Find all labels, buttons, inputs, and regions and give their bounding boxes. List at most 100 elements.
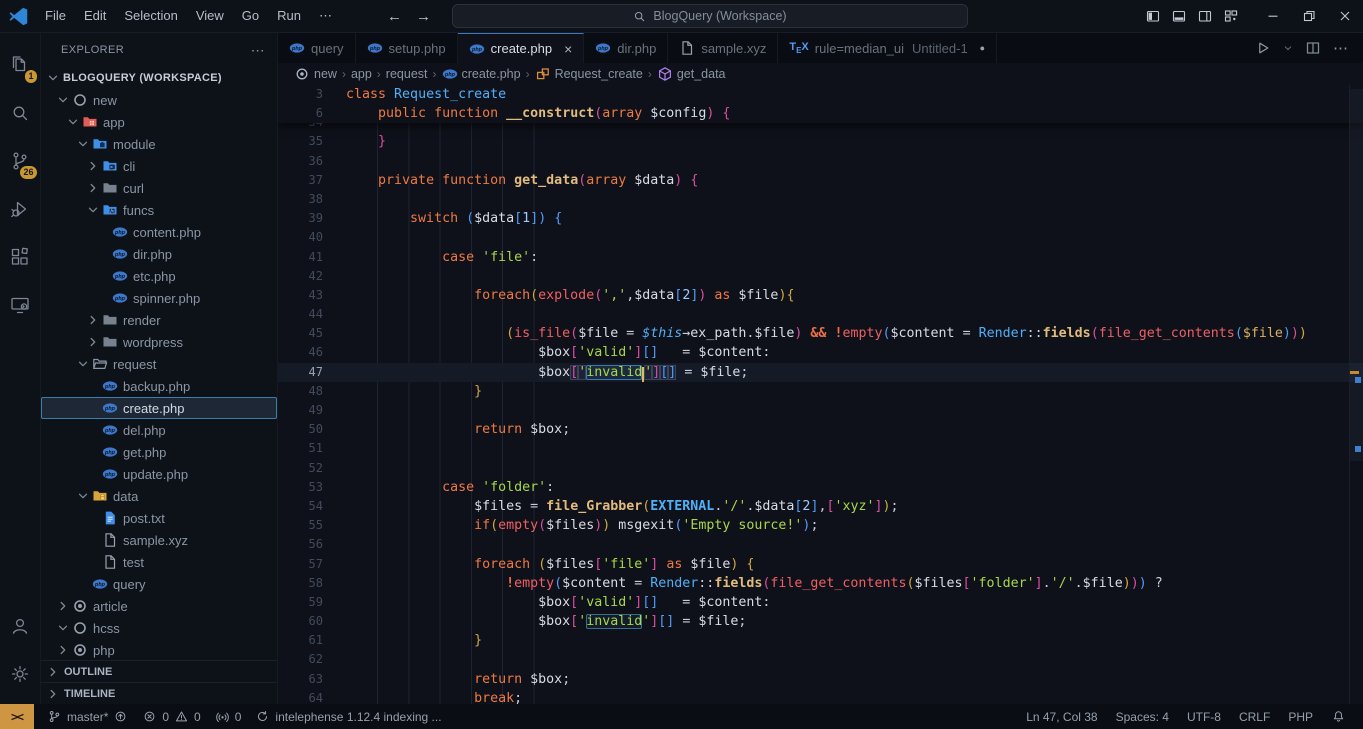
menu-selection[interactable]: Selection bbox=[115, 5, 186, 27]
close-icon[interactable]: × bbox=[564, 41, 572, 57]
tree-item-update-php[interactable]: phpupdate.php bbox=[41, 463, 277, 485]
menu-file[interactable]: File bbox=[36, 5, 75, 27]
toggle-secondary-sidebar-icon[interactable] bbox=[1197, 8, 1213, 24]
dirty-indicator[interactable]: ● bbox=[980, 43, 985, 53]
tree-item-test[interactable]: test bbox=[41, 551, 277, 573]
code-line-63[interactable]: 63 return $box; bbox=[278, 670, 1363, 689]
status-ports[interactable]: 0 bbox=[208, 704, 249, 729]
tree-item-article[interactable]: article bbox=[41, 595, 277, 617]
menu-go[interactable]: Go bbox=[233, 5, 268, 27]
activity-accounts[interactable] bbox=[0, 602, 40, 650]
explorer-more-actions[interactable]: ⋯ bbox=[251, 42, 265, 59]
toggle-panel-icon[interactable] bbox=[1171, 8, 1187, 24]
section-timeline[interactable]: TIMELINE bbox=[41, 682, 277, 704]
code-line-61[interactable]: 61 } bbox=[278, 631, 1363, 650]
tree-item-post-txt[interactable]: post.txt bbox=[41, 507, 277, 529]
tab-setup-php[interactable]: phpsetup.php bbox=[356, 33, 458, 63]
code-line-35[interactable]: 35 } bbox=[278, 132, 1363, 151]
code-line-51[interactable]: 51 bbox=[278, 439, 1363, 458]
breadcrumb-request[interactable]: request bbox=[386, 67, 428, 81]
code-line-57[interactable]: 57 foreach ($files['file'] as $file) { bbox=[278, 555, 1363, 574]
breadcrumb-get_data[interactable]: get_data bbox=[657, 66, 726, 82]
code-line-53[interactable]: 53 case 'folder': bbox=[278, 478, 1363, 497]
tree-item-del-php[interactable]: phpdel.php bbox=[41, 419, 277, 441]
close-button[interactable] bbox=[1327, 0, 1363, 32]
back-arrow-icon[interactable]: ← bbox=[387, 8, 402, 25]
tree-item-hcss[interactable]: hcss bbox=[41, 617, 277, 639]
tree-item-new[interactable]: new bbox=[41, 89, 277, 111]
activity-explorer[interactable]: 1 bbox=[0, 41, 40, 89]
code-line-50[interactable]: 50 return $box; bbox=[278, 420, 1363, 439]
activity-run-debug[interactable] bbox=[0, 185, 40, 233]
code-line-45[interactable]: 45 (is_file($file = $this→ex_path.$file)… bbox=[278, 324, 1363, 343]
code-line-60[interactable]: 60 $box['invalid'][] = $file; bbox=[278, 612, 1363, 631]
tree-item-curl[interactable]: curl bbox=[41, 177, 277, 199]
code-line-52[interactable]: 52 bbox=[278, 459, 1363, 478]
breadcrumb-create-php[interactable]: phpcreate.php bbox=[442, 66, 521, 82]
code-line-42[interactable]: 42 bbox=[278, 267, 1363, 286]
code-line-40[interactable]: 40 bbox=[278, 228, 1363, 247]
code-line-38[interactable]: 38 bbox=[278, 190, 1363, 209]
code-line-56[interactable]: 56 bbox=[278, 535, 1363, 554]
menu-run[interactable]: Run bbox=[268, 5, 310, 27]
tree-item-get-php[interactable]: phpget.php bbox=[41, 441, 277, 463]
run-dropdown-button[interactable] bbox=[1283, 43, 1293, 53]
customize-layout-icon[interactable] bbox=[1223, 8, 1239, 24]
code-line-37[interactable]: 37 private function get_data(array $data… bbox=[278, 171, 1363, 190]
code-line-54[interactable]: 54 $files = file_Grabber(EXTERNAL.'/'.$d… bbox=[278, 497, 1363, 516]
code-line-48[interactable]: 48 } bbox=[278, 382, 1363, 401]
code-line-55[interactable]: 55 if(empty($files)) msgexit('Empty sour… bbox=[278, 516, 1363, 535]
activity-source-control[interactable]: 26 bbox=[0, 137, 40, 185]
status-notifications[interactable] bbox=[1322, 704, 1355, 729]
tree-item-module[interactable]: module bbox=[41, 133, 277, 155]
code-line-3[interactable]: 3class Request_create bbox=[278, 85, 1363, 104]
tree-item-data[interactable]: data bbox=[41, 485, 277, 507]
run-button[interactable] bbox=[1255, 40, 1271, 56]
code-line-34[interactable]: 34 bbox=[278, 123, 1363, 132]
code-line-49[interactable]: 49 bbox=[278, 401, 1363, 420]
code-editor[interactable]: 3class Request_create6 public function _… bbox=[278, 85, 1363, 704]
menu-[interactable]: ⋯ bbox=[310, 5, 341, 27]
tab-sample-xyz[interactable]: sample.xyz bbox=[668, 33, 778, 63]
remote-indicator[interactable]: >< bbox=[0, 704, 34, 729]
tree-item-request[interactable]: request bbox=[41, 353, 277, 375]
tree-item-wordpress[interactable]: wordpress bbox=[41, 331, 277, 353]
code-line-36[interactable]: 36 bbox=[278, 152, 1363, 171]
tree-item-etc-php[interactable]: phpetc.php bbox=[41, 265, 277, 287]
tree-item-render[interactable]: render bbox=[41, 309, 277, 331]
more-actions-button[interactable]: ⋯ bbox=[1333, 39, 1349, 57]
code-line-6[interactable]: 6 public function __construct(array $con… bbox=[278, 104, 1363, 123]
tab-create-php[interactable]: phpcreate.php× bbox=[458, 33, 585, 63]
tree-item-spinner-php[interactable]: phpspinner.php bbox=[41, 287, 277, 309]
code-line-46[interactable]: 46 $box['valid'][] = $content: bbox=[278, 343, 1363, 362]
code-line-39[interactable]: 39 switch ($data[1]) { bbox=[278, 209, 1363, 228]
status-cursor-position[interactable]: Ln 47, Col 38 bbox=[1017, 704, 1106, 729]
toggle-sidebar-icon[interactable] bbox=[1145, 8, 1161, 24]
breadcrumb-Request_create[interactable]: Request_create bbox=[535, 66, 643, 82]
tree-item-create-php[interactable]: phpcreate.php bbox=[41, 397, 277, 419]
minimize-button[interactable] bbox=[1255, 0, 1291, 32]
tree-item-query[interactable]: phpquery bbox=[41, 573, 277, 595]
code-line-58[interactable]: 58 !empty($content = Render::fields(file… bbox=[278, 574, 1363, 593]
code-line-62[interactable]: 62 bbox=[278, 650, 1363, 669]
tab-query[interactable]: phpquery bbox=[278, 33, 356, 63]
code-line-59[interactable]: 59 $box['valid'][] = $content: bbox=[278, 593, 1363, 612]
split-editor-button[interactable] bbox=[1305, 40, 1321, 56]
section-outline[interactable]: OUTLINE bbox=[41, 660, 277, 682]
code-line-41[interactable]: 41 case 'file': bbox=[278, 248, 1363, 267]
activity-extensions[interactable] bbox=[0, 233, 40, 281]
status-eol[interactable]: CRLF bbox=[1230, 704, 1279, 729]
tab-rule-median_ui[interactable]: TEXrule=median_uiUntitled-1● bbox=[778, 33, 997, 63]
code-line-64[interactable]: 64 break; bbox=[278, 689, 1363, 704]
tree-item-app[interactable]: app bbox=[41, 111, 277, 133]
breadcrumb-app[interactable]: app bbox=[351, 67, 372, 81]
status-language-mode[interactable]: PHP bbox=[1279, 704, 1322, 729]
activity-search[interactable] bbox=[0, 89, 40, 137]
breadcrumb-new[interactable]: new bbox=[294, 66, 337, 82]
tree-item-funcs[interactable]: fxfuncs bbox=[41, 199, 277, 221]
restore-button[interactable] bbox=[1291, 0, 1327, 32]
status-indentation[interactable]: Spaces: 4 bbox=[1107, 704, 1178, 729]
code-line-43[interactable]: 43 foreach(explode(',',$data[2]) as $fil… bbox=[278, 286, 1363, 305]
code-line-44[interactable]: 44 bbox=[278, 305, 1363, 324]
tree-item-dir-php[interactable]: phpdir.php bbox=[41, 243, 277, 265]
